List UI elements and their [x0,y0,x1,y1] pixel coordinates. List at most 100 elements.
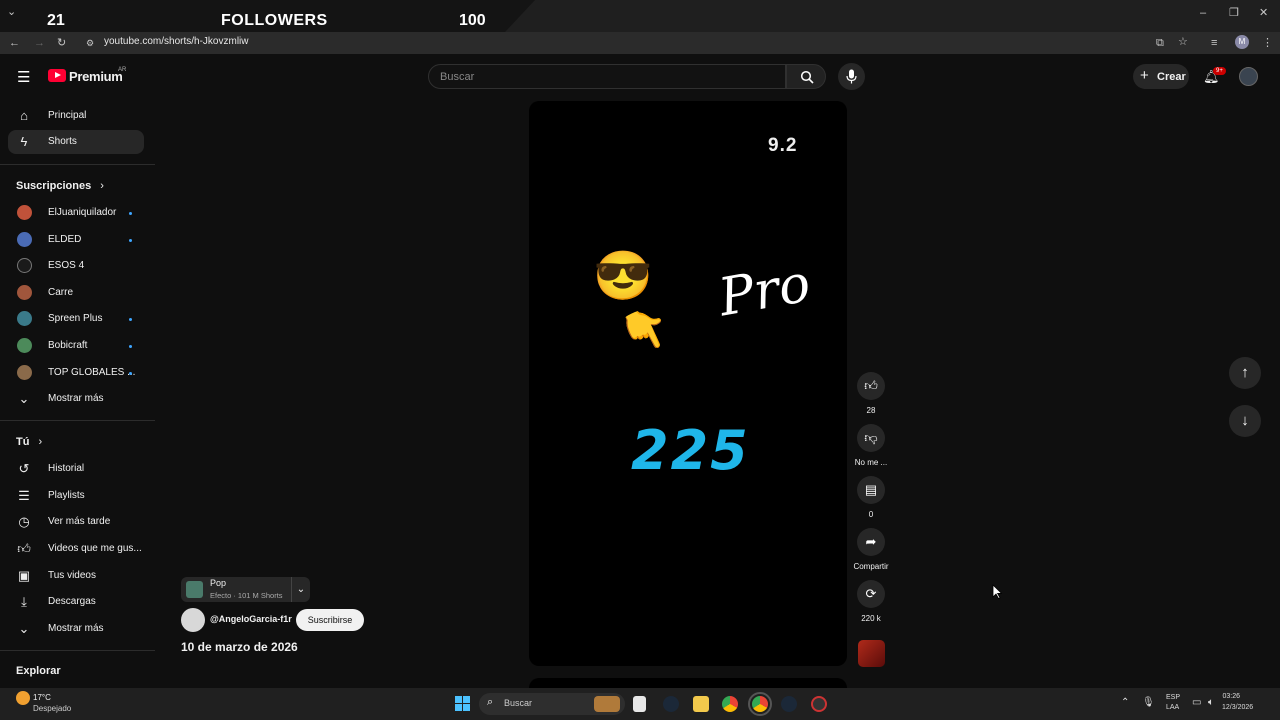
sidebar: ⌂ Principal ϟ Shorts Suscripciones › ElJ… [0,98,155,688]
voice-search-button[interactable] [838,63,865,90]
network-icon[interactable]: ▭ [1192,697,1201,708]
effect-chip[interactable]: Pop Efecto · 101 M Shorts [181,577,309,602]
back-icon[interactable]: ← [9,37,20,49]
show-more-label: Mostrar más [48,393,104,404]
effect-thumbnail [186,581,203,598]
sidebar-item-label: Descargas [48,596,96,607]
you-heading[interactable]: Tú › [16,436,42,448]
steam-icon[interactable] [663,696,679,712]
create-button[interactable]: + Crear [1133,64,1189,89]
effect-meta: Efecto · 101 M Shorts [210,591,283,600]
subscription-esos4[interactable]: ESOS 4 [8,254,144,278]
sidebar-item-principal[interactable]: ⌂ Principal [8,104,144,128]
sidebar-item-tus-videos[interactable]: ▣ Tus videos [8,564,144,588]
install-icon[interactable]: ⧉ [1156,37,1164,49]
reading-list-icon[interactable]: ≡ [1211,37,1217,49]
site-info-icon[interactable]: ⚙ [86,37,94,49]
sidebar-item-historial[interactable]: ↺ Historial [8,457,144,481]
tab-search-icon[interactable]: ⌄ [7,6,16,18]
show-more-subscriptions[interactable]: ⌄ Mostrar más [8,387,144,411]
reload-icon[interactable]: ↻ [57,37,66,49]
bookmark-star-icon[interactable]: ☆ [1178,36,1188,48]
share-button[interactable]: ➦ [857,528,885,556]
subscription-bobicraft[interactable]: Bobicraft [8,334,144,358]
windows-start-icon[interactable] [455,696,471,712]
browser-menu-icon[interactable]: ⋮ [1262,37,1273,49]
channel-handle[interactable]: @AngeloGarcia-f1r [210,614,292,624]
sidebar-item-label: Historial [48,463,85,474]
forward-icon[interactable]: → [34,37,45,49]
like-button[interactable]: 👍︎ [857,372,885,400]
remix-icon: ⟳ [865,586,877,601]
subscription-elded[interactable]: ELDED [8,228,144,252]
sidebar-item-liked-videos[interactable]: 👍︎ Videos que me gus... [8,537,144,561]
hamburger-menu-icon[interactable]: ☰ [17,68,30,86]
subscription-label: Spreen Plus [48,313,103,324]
subscriptions-heading[interactable]: Suscripciones › [16,180,104,192]
comment-icon: ▤ [864,482,878,497]
chrome-icon[interactable] [722,696,738,712]
comments-button[interactable]: ▤ [857,476,885,504]
arrow-down-icon: ↓ [1241,412,1249,429]
playlists-icon: ☰ [18,488,30,503]
subscription-top-globales[interactable]: TOP GLOBALES ... [8,361,144,385]
notifications-badge: 9+ [1213,67,1226,75]
sidebar-item-label: Playlists [48,490,85,501]
subscription-spreen-plus[interactable]: Spreen Plus [8,307,144,331]
sidebar-item-playlists[interactable]: ☰ Playlists [8,484,144,508]
show-more-you[interactable]: ⌄ Mostrar más [8,617,144,641]
clock-date[interactable]: 12/3/2026 [1222,704,1268,711]
new-content-dot [129,372,132,375]
sidebar-item-label: Principal [48,110,87,121]
mouse-cursor-icon [992,584,1002,599]
subscription-eljuaniquilador[interactable]: ElJuaniquilador [8,201,144,225]
subscription-label: ELDED [48,234,82,245]
search-input[interactable]: Buscar [428,64,786,89]
weather-icon[interactable] [16,691,30,705]
sound-thumbnail[interactable] [858,640,885,667]
followers-title: FOLLOWERS [221,12,328,29]
counter-value: 225 [631,419,750,482]
clock-time[interactable]: 03:26 [1222,693,1240,700]
file-explorer-icon[interactable] [693,696,709,712]
sidebar-item-shorts[interactable]: ϟ Shorts [8,130,144,154]
dislike-button[interactable]: 👎︎ [857,424,885,452]
youtube-logo-icon[interactable] [48,69,66,82]
url-text[interactable]: youtube.com/shorts/h-Jkovzmliw [104,36,249,47]
language-bottom[interactable]: LAA [1166,704,1179,711]
task-view-icon[interactable] [633,696,646,712]
sidebar-item-ver-mas-tarde[interactable]: ◷ Ver más tarde [8,510,144,534]
language-top[interactable]: ESP [1166,694,1180,701]
effect-expand-button[interactable]: ⌄ [291,577,310,602]
chrome-active-icon[interactable] [748,692,772,716]
sidebar-item-descargas[interactable]: ⤓ Descargas [8,590,144,614]
shorts-icon: ϟ [20,134,28,149]
channel-avatar[interactable] [181,608,205,632]
next-short-preview[interactable] [529,678,847,688]
tray-mic-icon[interactable]: 🎙︎ [1142,697,1155,708]
brand-premium[interactable]: Premium [69,69,123,84]
volume-icon[interactable]: 🔈︎ [1208,697,1214,708]
window-close-icon[interactable]: ✕ [1259,7,1268,19]
share-arrow-icon: ➦ [865,534,877,549]
new-content-dot [129,345,132,348]
profile-avatar[interactable]: M [1235,35,1249,49]
minimize-icon[interactable]: – [1200,7,1206,19]
explore-heading[interactable]: Explorar [16,665,61,677]
next-short-button[interactable]: ↓ [1229,405,1261,437]
short-video-player[interactable]: 9.2 😎 👇 Pro 225 [529,101,847,666]
search-button[interactable] [786,64,826,89]
divider [0,420,155,421]
share-label: Compartir [853,562,889,571]
subscribe-button[interactable]: Suscribirse [296,609,364,631]
taskbar-search-box[interactable]: ⌕ Buscar [479,693,625,715]
previous-short-button[interactable]: ↑ [1229,357,1261,389]
new-content-dot [129,239,132,242]
remix-button[interactable]: ⟳ [857,580,885,608]
account-avatar[interactable] [1239,67,1258,86]
maximize-icon[interactable]: ❐ [1229,7,1239,19]
app-icon[interactable] [811,696,827,712]
tray-overflow-icon[interactable]: ⌃ [1121,697,1129,708]
subscription-carre[interactable]: Carre [8,281,144,305]
steam-client-icon[interactable] [781,696,797,712]
